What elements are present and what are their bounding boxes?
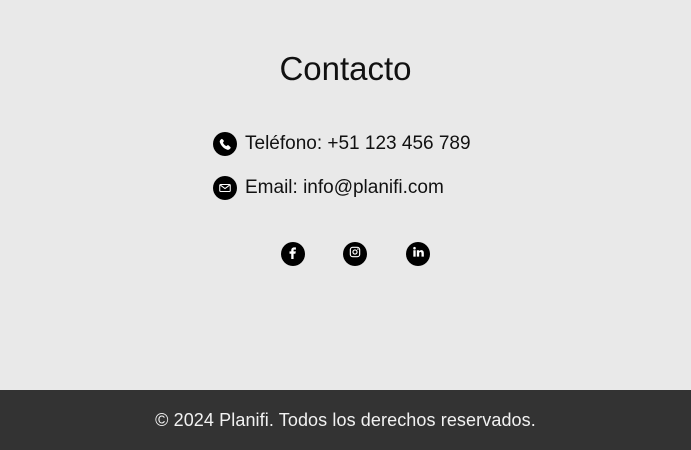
page: Contacto Teléfono: +51 123 456 789 Email… xyxy=(0,0,691,450)
copyright-text: © 2024 Planifi. Todos los derechos reser… xyxy=(155,409,536,430)
linkedin-link[interactable] xyxy=(406,242,430,266)
facebook-icon xyxy=(286,245,300,264)
phone-row: Teléfono: +51 123 456 789 xyxy=(213,132,471,156)
contact-title: Contacto xyxy=(279,50,412,87)
phone-text: Teléfono: +51 123 456 789 xyxy=(245,133,471,154)
linkedin-icon xyxy=(411,245,425,264)
instagram-icon xyxy=(348,245,362,264)
email-row: Email: info@planifi.com xyxy=(213,176,444,200)
instagram-link[interactable] xyxy=(343,242,367,266)
facebook-link[interactable] xyxy=(281,242,305,266)
envelope-icon xyxy=(213,176,237,200)
social-links xyxy=(281,242,431,267)
contact-section: Contacto Teléfono: +51 123 456 789 Email… xyxy=(0,0,691,390)
email-text: Email: info@planifi.com xyxy=(245,177,444,198)
phone-icon xyxy=(213,132,237,156)
footer: © 2024 Planifi. Todos los derechos reser… xyxy=(0,390,691,450)
